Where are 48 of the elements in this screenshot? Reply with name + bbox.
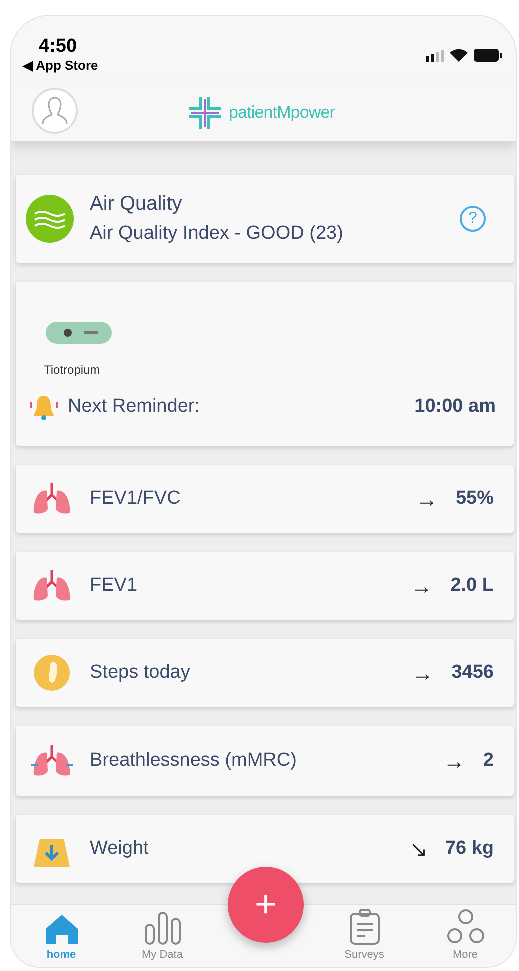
trend-arrow: → — [416, 486, 438, 514]
card-title: Air Quality — [90, 192, 184, 216]
nav-label: More — [452, 948, 478, 962]
status-time: 4:50 — [38, 36, 78, 58]
battery-icon — [474, 49, 502, 62]
home-icon — [44, 912, 80, 944]
wifi-icon — [450, 49, 468, 62]
metric-value: 55% — [456, 486, 494, 511]
trend-arrow: → — [412, 660, 434, 688]
metric-card[interactable]: Steps today → 3456 — [16, 639, 514, 707]
trend-arrow: ↘ — [409, 836, 428, 864]
metric-label: FEV1/FVC — [90, 488, 182, 510]
signal-icon — [426, 50, 444, 62]
footprint-icon — [32, 653, 72, 693]
metric-card[interactable]: Weight ↘ 76 kg — [16, 815, 514, 883]
logo-icon — [187, 95, 223, 131]
reminder-label: Next Reminder: — [68, 395, 201, 419]
air-waves-icon — [26, 195, 74, 243]
metric-value: 2.0 L — [450, 574, 494, 598]
nav-label: My Data — [142, 948, 183, 962]
metric-label: FEV1 — [90, 575, 139, 597]
metric-value: 76 kg — [445, 836, 494, 861]
circles-icon — [446, 908, 486, 944]
avatar-icon[interactable] — [32, 88, 78, 134]
bell-icon — [30, 393, 58, 422]
metric-value: 3456 — [452, 660, 494, 685]
air-quality-card[interactable]: Air Quality Air Quality Index - GOOD (23) ? — [16, 175, 514, 263]
metric-label: Weight — [90, 838, 150, 860]
nav-label: home — [46, 948, 76, 962]
back-link[interactable]: ◀ App Store — [23, 58, 98, 74]
inhaler-icon — [46, 322, 112, 344]
metric-label: Steps today — [90, 662, 192, 684]
air-quality-index: Air Quality Index - GOOD (23) — [90, 222, 344, 246]
bar-chart-icon — [142, 910, 182, 944]
metric-card[interactable]: FEV1/FVC → 55% — [16, 465, 514, 533]
trend-arrow: → — [443, 748, 466, 776]
add-button[interactable]: + — [228, 867, 304, 943]
clipboard-icon — [348, 908, 380, 944]
brand-name: patientMpower — [229, 102, 335, 124]
metric-label: Breathlessness (mMRC) — [90, 750, 298, 772]
trend-arrow: → — [410, 572, 433, 600]
metric-value: 2 — [483, 748, 494, 773]
medication-card[interactable]: Tiotropium Next Reminder: 10:00 am — [16, 282, 514, 446]
metric-card[interactable]: FEV1 → 2.0 L — [16, 552, 514, 620]
reminder-time: 10:00 am — [414, 395, 496, 419]
nav-label: Surveys — [344, 948, 384, 962]
metric-card[interactable]: Breathlessness (mMRC) → 2 — [16, 726, 514, 796]
medication-name: Tiotropium — [44, 362, 102, 379]
